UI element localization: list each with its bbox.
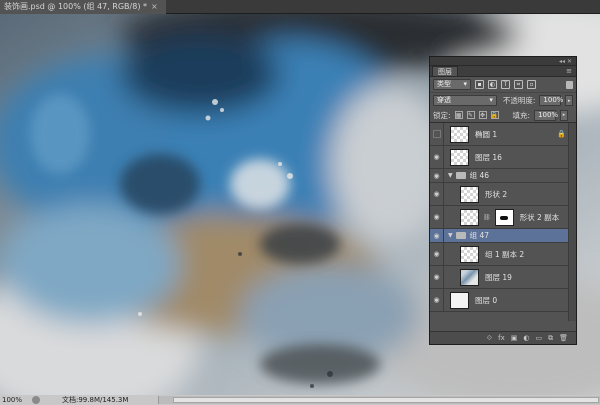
mask-link-icon[interactable]: ⛓ [483,214,491,221]
group-expand-icon[interactable]: ▼ [448,232,453,239]
eye-icon[interactable]: ◉ [430,289,444,311]
adjustment-filter-icon[interactable]: ◐ [488,80,497,89]
layer-name: 组 46 [469,171,490,180]
layer-row-shape-2[interactable]: ◉ 形状 2 [430,183,576,206]
layer-thumbnail [450,125,469,143]
layer-name: 图层 0 [475,295,498,305]
layer-name: 形状 2 副本 [519,212,560,222]
fill-stepper-icon[interactable]: ▸ [560,109,569,121]
layer-mask-thumbnail[interactable] [494,208,514,226]
document-tab-bar: 装饰画.psd @ 100% (组 47, RGB/8) * × [0,0,600,14]
layer-row-group-1-copy-2[interactable]: ◉ 组 1 副本 2 [430,243,576,266]
document-tab-title: 装饰画.psd @ 100% (组 47, RGB/8) * [4,2,147,11]
blend-mode-value: 穿透 [437,96,451,104]
layer-row-shape-2-copy[interactable]: ◉ ⛓ 形状 2 副本 [430,206,576,229]
folder-icon [455,232,466,239]
eye-icon[interactable]: ◉ [430,169,444,182]
layer-name: 形状 2 [485,189,508,199]
horizontal-scrollbar[interactable] [158,396,600,404]
layer-name: 椭圆 1 [475,129,498,139]
panel-menu-icon[interactable]: ≡ [566,67,572,75]
lock-label: 锁定: [433,110,451,120]
layer-row-group-47[interactable]: ◉ ▼ 组 47 [430,229,576,243]
eye-icon[interactable]: ◉ [430,146,444,168]
layer-row-layer-19[interactable]: ◉ 图层 19 [430,266,576,289]
folder-icon [455,172,466,179]
layer-thumbnail [460,185,479,203]
scrollbar-thumb[interactable] [173,397,599,403]
delete-layer-icon[interactable]: 🗑 [559,334,568,342]
layers-panel: ◂◂ ✕ 图层 ≡ 类型 ▾ ▪ ◐ T ⌗ ▫ 穿透 ▾ 不透明度: 100% [429,56,577,345]
lock-position-icon[interactable]: ✥ [478,111,487,119]
layer-row-layer-0[interactable]: ◉ 图层 0 [430,289,576,312]
layer-row-group-46[interactable]: ◉ ▼ 组 46 [430,169,576,183]
eye-icon[interactable]: ◉ [430,229,444,242]
image-filter-icon[interactable]: ▪ [475,80,484,89]
filter-kind-select[interactable]: 类型 ▾ [433,79,471,90]
add-mask-icon[interactable]: ▣ [511,334,518,342]
close-icon[interactable]: × [151,0,158,14]
blend-row: 穿透 ▾ 不透明度: 100% ▸ [430,93,576,108]
layer-filter-row: 类型 ▾ ▪ ◐ T ⌗ ▫ [430,77,576,93]
layer-name: 组 1 副本 2 [485,249,525,259]
shape-filter-icon[interactable]: ⌗ [514,80,523,89]
layer-row-ellipse-1[interactable]: 椭圆 1 🔒 [430,123,576,146]
lock-transparent-icon[interactable]: ▦ [454,111,463,119]
lock-pixels-icon[interactable]: ✎ [466,111,475,119]
layer-name: 图层 19 [485,272,512,282]
document-tab[interactable]: 装饰画.psd @ 100% (组 47, RGB/8) * × [0,0,166,14]
visibility-toggle-icon[interactable] [430,123,444,145]
opacity-label: 不透明度: [502,96,536,105]
info-icon[interactable] [32,396,40,404]
chevron-down-icon: ▾ [463,80,467,88]
layers-list[interactable]: 椭圆 1 🔒 ◉ 图层 16 ◉ ▼ 组 46 ◉ 形状 2 ◉ ⛓ 形状 2 … [430,123,576,321]
filter-kind-label: 类型 [437,80,451,88]
document-size-info: 文档:99.8M/145.3M [62,396,129,404]
filter-toggle[interactable] [566,80,573,89]
smart-object-filter-icon[interactable]: ▫ [527,80,536,89]
layer-name: 组 47 [469,231,490,240]
lock-all-icon[interactable]: 🔒 [490,111,499,119]
layer-thumbnail [460,245,479,263]
fill-label: 填充: [512,110,531,120]
layer-thumbnail [460,208,479,226]
layer-thumbnail [450,291,469,309]
collapse-panel-icon[interactable]: ◂◂ ✕ [559,58,572,65]
eye-icon[interactable]: ◉ [430,266,444,288]
layers-scrollbar[interactable] [568,123,576,321]
layer-lock-icon: 🔒 [557,130,566,138]
fill-input[interactable]: 100% [534,109,558,121]
status-bar: 100% 文档:99.8M/145.3M ▶ [0,395,600,405]
adjustment-layer-icon[interactable]: ◐ [523,334,529,342]
chevron-down-icon: ▾ [489,96,493,104]
eye-icon[interactable]: ◉ [430,206,444,228]
zoom-level[interactable]: 100% [0,395,28,405]
fx-icon[interactable]: fx [498,334,505,342]
blend-mode-select[interactable]: 穿透 ▾ [433,95,497,106]
type-filter-icon[interactable]: T [501,80,510,89]
opacity-input[interactable]: 100% [539,95,563,106]
layer-row-layer-16[interactable]: ◉ 图层 16 [430,146,576,169]
eye-icon[interactable]: ◉ [430,183,444,205]
layers-footer-toolbar: ⟐ fx ▣ ◐ ▭ ⧉ 🗑 [430,331,576,344]
link-layers-icon[interactable]: ⟐ [487,334,493,343]
new-layer-icon[interactable]: ⧉ [548,334,553,343]
opacity-stepper-icon[interactable]: ▸ [565,95,573,106]
lock-row: 锁定: ▦ ✎ ✥ 🔒 填充: 100% ▸ [430,108,576,123]
layer-name: 图层 16 [475,152,502,162]
panel-tab-bar: 图层 ≡ [430,66,576,77]
panel-dock-controls[interactable]: ◂◂ ✕ [430,57,576,66]
eye-icon[interactable]: ◉ [430,243,444,265]
new-group-icon[interactable]: ▭ [535,334,542,342]
tab-layers[interactable]: 图层 [432,66,458,76]
photoshop-window: 装饰画.psd @ 100% (组 47, RGB/8) * × ◂◂ ✕ 图层… [0,0,600,405]
group-expand-icon[interactable]: ▼ [448,172,453,179]
layer-thumbnail [460,268,479,286]
layer-thumbnail [450,148,469,166]
